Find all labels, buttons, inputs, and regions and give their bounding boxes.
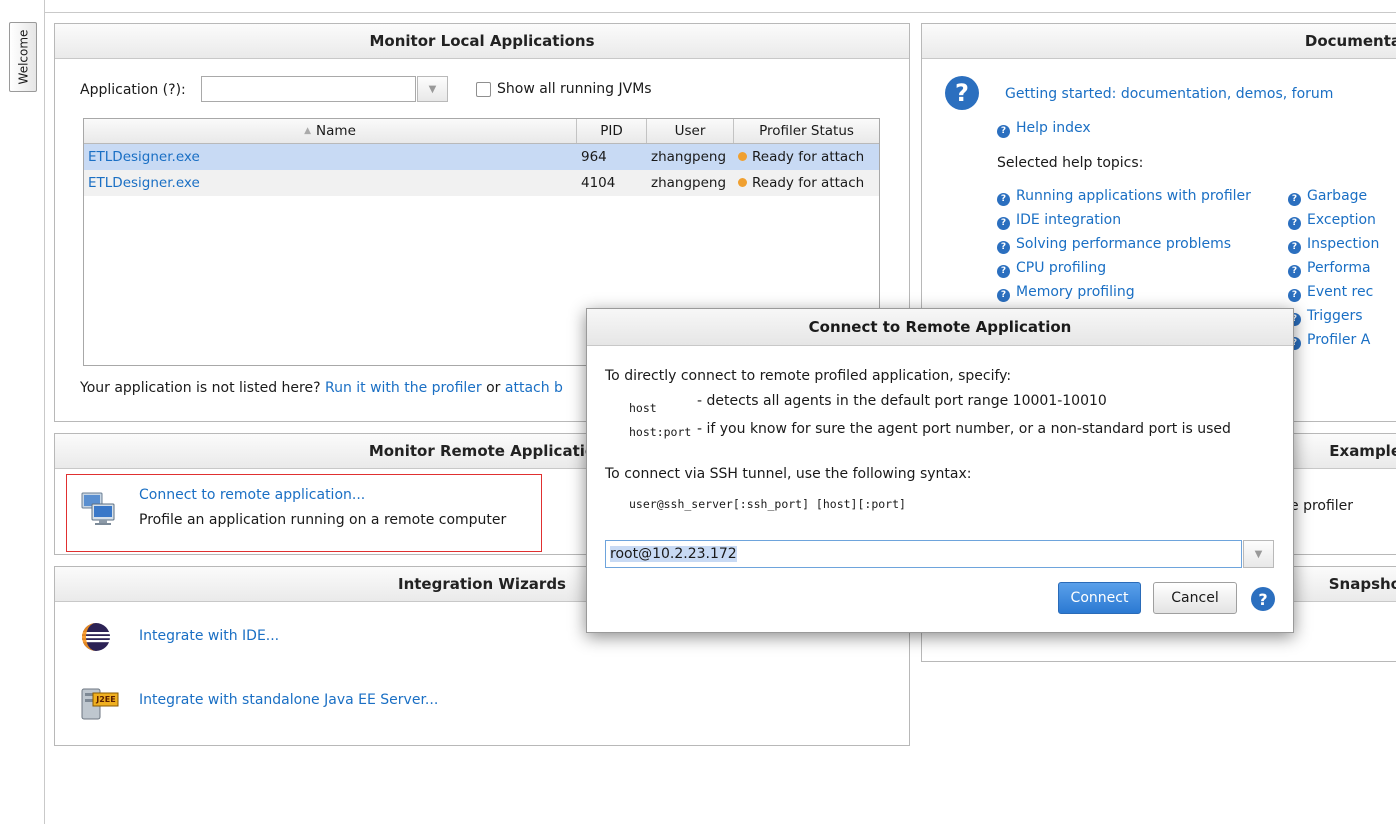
topic-link[interactable]: ? Inspection bbox=[1288, 236, 1379, 254]
column-pid[interactable]: PID bbox=[577, 119, 647, 143]
host-description: - detects all agents in the default port… bbox=[697, 393, 1107, 409]
host-port-description: - if you know for sure the agent port nu… bbox=[697, 421, 1231, 437]
dialog-help-icon[interactable]: ? bbox=[1251, 587, 1275, 611]
tab-welcome[interactable]: Welcome bbox=[9, 22, 37, 92]
eclipse-icon bbox=[80, 621, 112, 657]
topic-link[interactable]: ? IDE integration bbox=[997, 212, 1121, 230]
row-status: Ready for attach bbox=[734, 175, 879, 191]
topic-link[interactable]: ? Profiler A bbox=[1288, 332, 1370, 350]
topic-link[interactable]: ? Garbage bbox=[1288, 188, 1367, 206]
topic-link[interactable]: ? Solving performance problems bbox=[997, 236, 1231, 254]
integrate-javaee-link[interactable]: Integrate with standalone Java EE Server… bbox=[139, 692, 438, 708]
attach-link[interactable]: attach b bbox=[505, 380, 563, 396]
help-icon: ? bbox=[1288, 216, 1301, 230]
ssh-intro: To connect via SSH tunnel, use the follo… bbox=[605, 466, 972, 482]
show-all-jvms-label: Show all running JVMs bbox=[497, 81, 652, 97]
documentation-title: Documenta bbox=[922, 24, 1396, 59]
cancel-button[interactable]: Cancel bbox=[1153, 582, 1237, 614]
sort-asc-icon: ▲ bbox=[304, 126, 312, 136]
remote-address-input[interactable]: root@10.2.23.172 bbox=[605, 540, 1242, 568]
topic-link[interactable]: ? Triggers bbox=[1288, 308, 1363, 326]
integrate-ide-link[interactable]: Integrate with IDE... bbox=[139, 628, 279, 644]
row-status: Ready for attach bbox=[734, 149, 879, 165]
column-status[interactable]: Profiler Status bbox=[734, 119, 879, 143]
table-row[interactable]: ETLDesigner.exe 964 zhangpeng Ready for … bbox=[84, 144, 879, 170]
help-icon: ? bbox=[997, 124, 1010, 138]
help-icon: ? bbox=[1288, 192, 1301, 206]
help-icon: ? bbox=[997, 264, 1010, 278]
help-icon: ? bbox=[1288, 288, 1301, 302]
dialog-intro: To directly connect to remote profiled a… bbox=[605, 368, 1012, 384]
host-code: host bbox=[629, 401, 657, 415]
status-dot-icon bbox=[738, 152, 747, 161]
j2ee-badge: J2EE bbox=[96, 695, 116, 704]
row-pid: 964 bbox=[581, 149, 607, 165]
topic-link[interactable]: ? Performa bbox=[1288, 260, 1371, 278]
chevron-down-icon: ▼ bbox=[428, 83, 437, 95]
column-name[interactable]: ▲ Name bbox=[84, 119, 577, 143]
help-large-icon: ? bbox=[945, 76, 979, 110]
host-port-code: host:port bbox=[629, 425, 692, 439]
dialog-title: Connect to Remote Application bbox=[587, 309, 1293, 346]
help-icon: ? bbox=[997, 240, 1010, 254]
row-name: ETLDesigner.exe bbox=[88, 175, 200, 191]
not-listed-footer: Your application is not listed here? Run… bbox=[80, 380, 563, 396]
application-dropdown-button[interactable]: ▼ bbox=[417, 76, 448, 102]
top-divider bbox=[44, 12, 1396, 13]
local-apps-title: Monitor Local Applications bbox=[55, 24, 909, 59]
help-index-link[interactable]: ? Help index bbox=[997, 120, 1091, 138]
topic-link[interactable]: ? CPU profiling bbox=[997, 260, 1106, 278]
topic-link[interactable]: ? Running applications with profiler bbox=[997, 188, 1251, 206]
left-tab-strip bbox=[0, 0, 45, 824]
tab-welcome-label: Welcome bbox=[16, 29, 31, 85]
remote-computer-icon bbox=[80, 490, 120, 534]
j2ee-server-icon: J2EE bbox=[80, 683, 120, 723]
status-dot-icon bbox=[738, 178, 747, 187]
row-user: zhangpeng bbox=[651, 149, 727, 165]
column-user[interactable]: User bbox=[647, 119, 734, 143]
chevron-down-icon: ▼ bbox=[1254, 548, 1263, 560]
address-dropdown-button[interactable]: ▼ bbox=[1243, 540, 1274, 568]
topic-link[interactable]: ? Exception bbox=[1288, 212, 1376, 230]
help-icon: ? bbox=[1288, 264, 1301, 278]
topic-link[interactable]: ? Event rec bbox=[1288, 284, 1373, 302]
table-header: ▲ Name PID User Profiler Status bbox=[84, 119, 879, 144]
connect-remote-link[interactable]: Connect to remote application... bbox=[139, 487, 365, 503]
run-with-profiler-link[interactable]: Run it with the profiler bbox=[325, 380, 482, 396]
application-input[interactable] bbox=[201, 76, 416, 102]
row-name: ETLDesigner.exe bbox=[88, 149, 200, 165]
help-icon: ? bbox=[997, 192, 1010, 206]
examples-text: e profiler bbox=[1290, 498, 1354, 514]
help-icon: ? bbox=[997, 288, 1010, 302]
application-label: Application (?): bbox=[80, 82, 186, 98]
table-row[interactable]: ETLDesigner.exe 4104 zhangpeng Ready for… bbox=[84, 170, 879, 196]
row-user: zhangpeng bbox=[651, 175, 727, 191]
topic-link[interactable]: ? Memory profiling bbox=[997, 284, 1135, 302]
connect-remote-description: Profile an application running on a remo… bbox=[139, 512, 507, 528]
help-icon: ? bbox=[997, 216, 1010, 230]
help-icon: ? bbox=[1288, 240, 1301, 254]
show-all-jvms-checkbox[interactable] bbox=[476, 82, 491, 97]
ssh-syntax: user@ssh_server[:ssh_port] [host][:port] bbox=[629, 497, 906, 511]
getting-started-link[interactable]: Getting started: documentation, demos, f… bbox=[1005, 86, 1333, 102]
connect-button[interactable]: Connect bbox=[1058, 582, 1141, 614]
row-pid: 4104 bbox=[581, 175, 616, 191]
selected-topics-label: Selected help topics: bbox=[997, 155, 1144, 171]
